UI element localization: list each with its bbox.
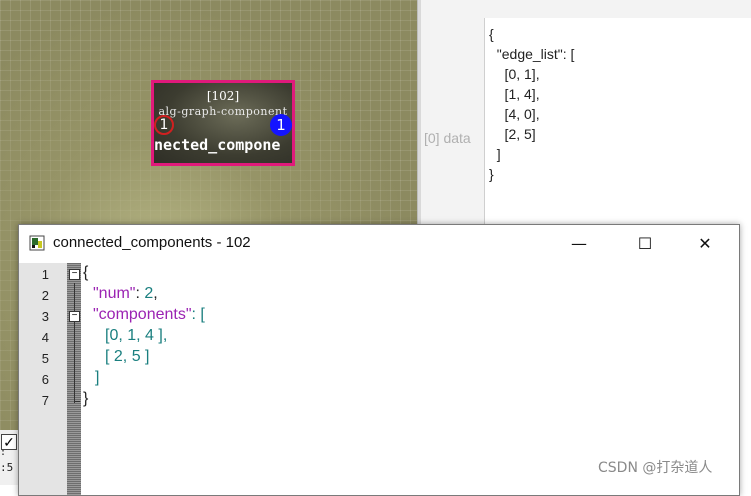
json-key: "num": [93, 285, 136, 302]
line-number: 3: [41, 309, 49, 324]
line-number: 6: [41, 372, 49, 387]
line-number: 5: [41, 351, 49, 366]
text-fragment: :5: [0, 461, 14, 474]
input-json-view: { "edge_list": [ [0, 1], [1, 4], [4, 0],…: [484, 18, 751, 230]
input-port[interactable]: 1: [154, 115, 174, 135]
line-number-gutter: 1 2 3 4 5 6 7: [19, 263, 67, 495]
code-line-1: {: [83, 264, 88, 282]
fold-guide-line: [74, 283, 75, 403]
line-number: 7: [41, 393, 49, 408]
close-button[interactable]: ✕: [682, 225, 728, 263]
line-number: 2: [41, 288, 49, 303]
code-line-7: }: [83, 390, 88, 408]
json-numbers: 0, 1, 4: [109, 327, 154, 344]
code-line-6: ]: [95, 369, 99, 387]
app-icon: [29, 235, 45, 251]
data-port-label: [0] data: [424, 130, 471, 146]
bracket: ],: [153, 327, 168, 344]
brace: {: [83, 264, 89, 281]
output-window: connected_components - 102 — ☐ ✕ 1 2 3 4…: [18, 224, 740, 496]
graph-node[interactable]: [102] alg-graph-component 1 1 nected_com…: [151, 80, 295, 166]
minimize-button[interactable]: —: [556, 225, 602, 263]
line-number: 1: [41, 267, 49, 282]
node-name-label: nected_compone: [154, 136, 281, 154]
bracket: : [: [191, 306, 205, 323]
input-json-text: { "edge_list": [ [0, 1], [1, 4], [4, 0],…: [489, 26, 575, 182]
watermark-text: CSDN @打杂道人: [598, 460, 713, 476]
code-line-3: "components": [: [93, 306, 205, 324]
line-number: 4: [41, 330, 49, 345]
json-numbers: 2, 5: [109, 348, 141, 365]
comma: ,: [153, 285, 158, 302]
json-key: "components": [93, 306, 192, 323]
code-line-2: "num": 2,: [93, 285, 158, 303]
node-type-label: alg-graph-component: [158, 105, 288, 118]
fold-guide-end: [74, 401, 80, 402]
fold-toggle-icon[interactable]: −: [69, 269, 80, 280]
brace: }: [83, 390, 89, 407]
window-titlebar[interactable]: connected_components - 102 — ☐ ✕: [19, 225, 739, 263]
code-line-4: [0, 1, 4 ],: [105, 327, 167, 345]
text-fragment: :: [0, 447, 7, 458]
maximize-button[interactable]: ☐: [622, 225, 668, 263]
output-port[interactable]: 1: [270, 114, 292, 136]
bracket: ]: [95, 369, 100, 386]
json-number: 2: [144, 285, 154, 302]
bracket: ]: [140, 348, 150, 365]
fold-toggle-icon[interactable]: −: [69, 311, 80, 322]
code-line-5: [ 2, 5 ]: [105, 348, 149, 366]
node-id-label: [102]: [206, 89, 240, 103]
window-title: connected_components - 102: [53, 234, 251, 251]
